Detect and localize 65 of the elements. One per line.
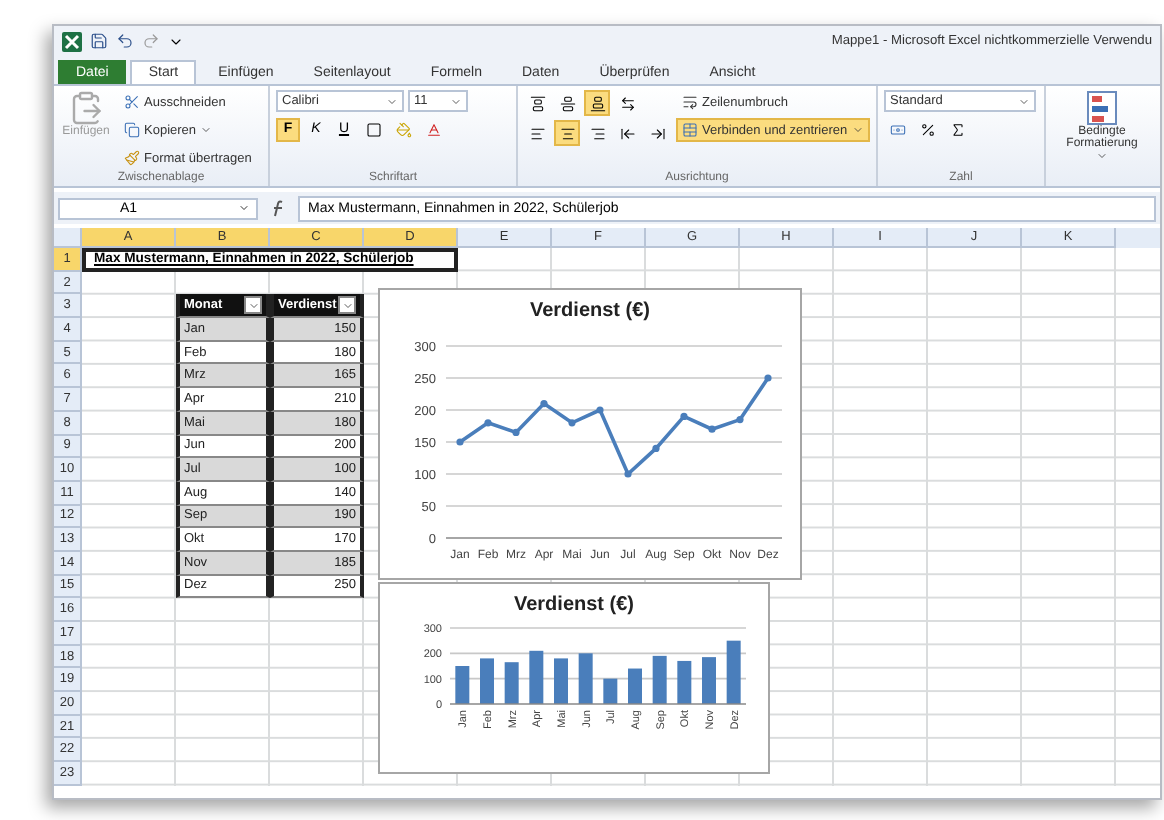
data-point [652, 444, 660, 452]
copy-icon [124, 122, 140, 138]
chart-title: Verdienst (€) [529, 300, 651, 322]
bar [652, 655, 667, 704]
align-icon [529, 125, 545, 141]
conditional-formatting-icon [1086, 90, 1118, 126]
filter-button[interactable] [338, 296, 356, 315]
indent-icon [649, 125, 665, 141]
align-icon [529, 95, 545, 111]
bar [480, 658, 494, 704]
caret-icon [1018, 95, 1030, 107]
clipboard-icon [68, 90, 104, 126]
bar [578, 653, 593, 704]
undo-icon[interactable] [116, 32, 134, 50]
caret-icon [247, 299, 259, 312]
save-icon[interactable] [90, 32, 108, 50]
align-icon [589, 95, 605, 111]
data-point [512, 428, 520, 436]
caret-icon [450, 95, 462, 107]
align-icon [559, 95, 575, 111]
bar [554, 658, 568, 704]
caret-icon [386, 95, 398, 107]
arrows-icon [619, 95, 635, 111]
caret-icon [238, 202, 250, 214]
paint-bucket-icon [395, 121, 411, 137]
bar [504, 662, 519, 704]
bar [529, 650, 544, 704]
align-icon [559, 125, 575, 141]
caret-icon [341, 299, 353, 312]
bar [628, 668, 642, 704]
data-point [764, 374, 772, 382]
bar [702, 657, 716, 704]
indent-icon [619, 125, 635, 141]
chart-title: Verdienst (€) [513, 594, 635, 616]
align-icon [589, 125, 605, 141]
wrap-text-icon [682, 94, 698, 110]
data-point [736, 416, 744, 424]
banknote-icon [889, 121, 905, 137]
data-point [708, 425, 716, 433]
percent-icon [919, 121, 935, 137]
horizontal-align-button[interactable] [554, 120, 580, 146]
function-icon [270, 199, 286, 217]
bar [726, 640, 741, 704]
data-point [624, 470, 632, 478]
border-icon [365, 121, 381, 137]
bar [603, 678, 618, 704]
merge-icon [682, 122, 698, 138]
caret-icon [200, 124, 213, 136]
caret-icon [851, 124, 864, 136]
data-point [484, 419, 492, 427]
data-point [680, 412, 688, 420]
sigma-icon [949, 121, 965, 137]
data-point [596, 406, 604, 414]
scissors-icon [124, 94, 140, 110]
app-logo-icon [62, 31, 82, 51]
paintbrush-icon [124, 150, 140, 166]
font-color-icon [425, 121, 441, 137]
caret-icon [1096, 150, 1108, 162]
data-point [540, 400, 548, 408]
filter-button[interactable] [244, 296, 262, 315]
bar [677, 660, 692, 704]
data-point [568, 419, 576, 427]
bar [455, 666, 470, 704]
vertical-align-button[interactable] [584, 90, 610, 116]
data-point [456, 438, 464, 446]
